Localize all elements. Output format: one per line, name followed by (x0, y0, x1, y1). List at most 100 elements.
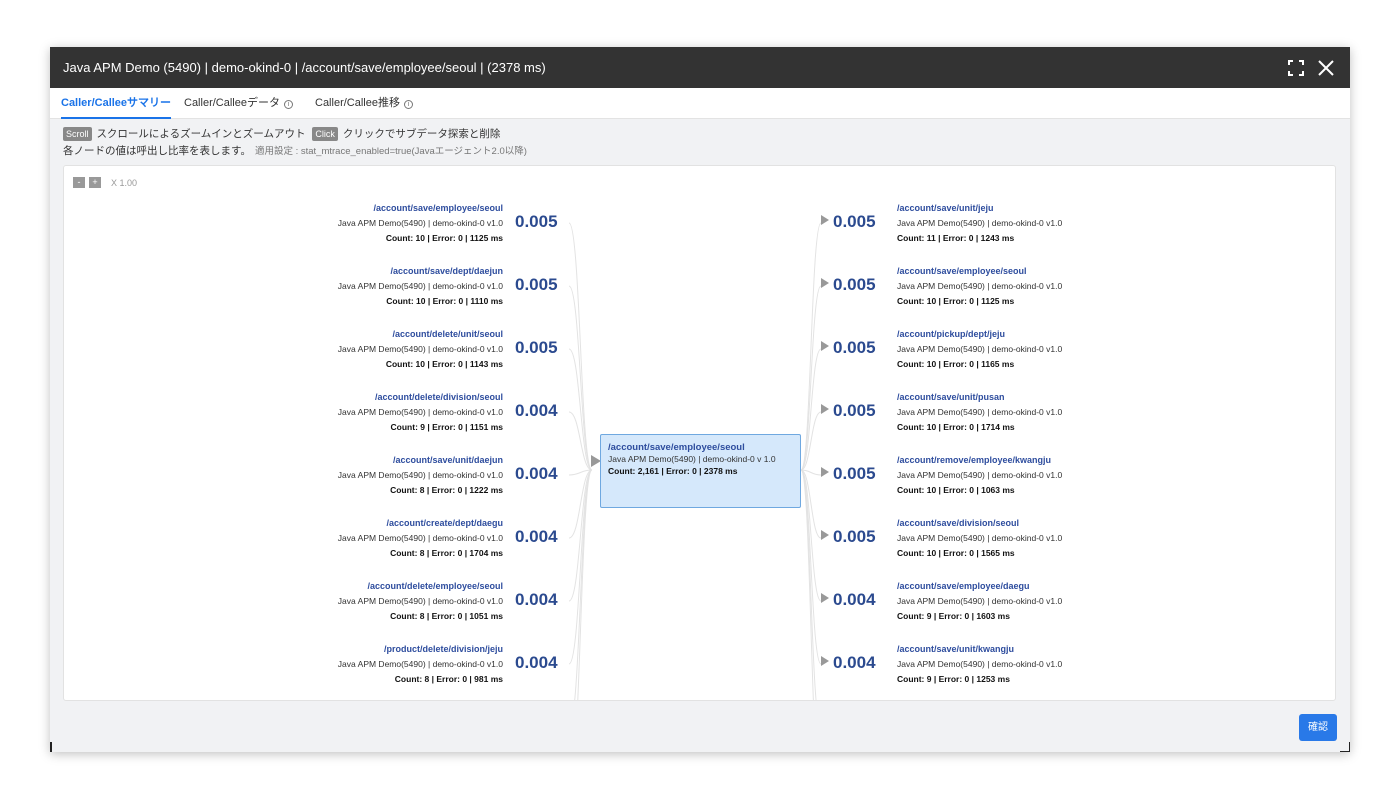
tab-label: Caller/Callee推移 (315, 97, 400, 109)
close-icon[interactable] (1316, 58, 1336, 78)
callee-node[interactable]: /account/save/division/seoul Java APM Dem… (897, 516, 1062, 561)
caller-ratio: 0.004 (515, 401, 558, 421)
ratio-value: 0.005 (833, 275, 876, 294)
node-app: Java APM Demo(5490) | demo-okind-0 v1.0 (337, 218, 503, 228)
node-app: Java APM Demo(5490) | demo-okind-0 v1.0 (897, 344, 1063, 354)
scroll-key-badge: Scroll (63, 127, 92, 141)
ratio-value: 0.004 (833, 590, 876, 609)
node-stats: Count: 8 | Error: 0 | 981 ms (394, 674, 503, 684)
ratio-value: 0.005 (515, 338, 558, 357)
node-app: Java APM Demo(5490) | demo-okind-0 v1.0 (897, 596, 1063, 606)
tab-caller-callee-trend[interactable]: Caller/Callee推移 i (315, 88, 413, 119)
confirm-button[interactable]: 確認 (1299, 714, 1337, 741)
node-app: Java APM Demo(5490) | demo-okind-0 v1.0 (897, 218, 1063, 228)
callee-node[interactable]: /account/save/employee/daegu Java APM Dem… (897, 579, 1062, 624)
node-stats: Count: 10 | Error: 0 | 1143 ms (385, 359, 503, 369)
ratio-value: 0.004 (515, 590, 558, 609)
node-path: /account/save/unit/jeju (897, 203, 994, 213)
caller-node[interactable]: /product/delete/division/jeju Java APM De… (338, 642, 503, 687)
ratio-hint-text: 各ノードの値は呼出し比率を表します。 (63, 145, 251, 157)
link-line (800, 222, 822, 471)
node-stats: Count: 10 | Error: 0 | 1165 ms (897, 359, 1015, 369)
resize-corner-left (50, 742, 52, 752)
node-path: /account/delete/division/seoul (374, 392, 503, 402)
click-key-badge: Click (312, 127, 338, 141)
ratio-value: 0.004 (833, 653, 876, 672)
arrow-icon (821, 593, 829, 603)
callee-ratio: 0.005 (821, 464, 876, 484)
call-graph-canvas[interactable]: - + X 1.00 /account/save/employee/seoul J… (63, 165, 1336, 701)
node-stats: Count: 8 | Error: 0 | 1222 ms (390, 485, 503, 495)
node-path: /account/delete/employee/seoul (367, 581, 503, 591)
center-node-path: /account/save/employee/seoul (608, 442, 745, 453)
node-path: /account/save/employee/seoul (373, 203, 503, 213)
callee-ratio: 0.004 (821, 653, 876, 673)
node-path: /account/save/employee/seoul (897, 266, 1027, 276)
node-path: /account/save/dept/daejun (390, 266, 503, 276)
info-icon[interactable]: i (403, 100, 413, 109)
caller-node[interactable]: /account/delete/division/seoul Java APM D… (338, 390, 503, 435)
caller-node[interactable]: /account/save/dept/daejun Java APM Demo(5… (338, 264, 503, 309)
caller-node[interactable]: /account/create/dept/daegu Java APM Demo(… (338, 516, 503, 561)
arrow-icon (821, 278, 829, 288)
center-node[interactable]: /account/save/employee/seoul Java APM De… (600, 434, 801, 508)
node-stats: Count: 10 | Error: 0 | 1714 ms (897, 422, 1015, 432)
callee-ratio: 0.005 (821, 275, 876, 295)
callee-node[interactable]: /account/remove/employee/kwangju Java APM… (897, 453, 1062, 498)
node-stats: Count: 11 | Error: 0 | 1243 ms (897, 233, 1015, 243)
fullscreen-icon[interactable] (1286, 58, 1306, 78)
tab-label: Caller/Calleeサマリー (61, 97, 172, 109)
caller-ratio: 0.005 (515, 212, 558, 232)
callee-node[interactable]: /account/save/unit/pusan Java APM Demo(54… (897, 390, 1062, 435)
callee-ratio: 0.005 (821, 527, 876, 547)
callee-node[interactable]: /account/save/employee/seoul Java APM Dem… (897, 264, 1062, 309)
usage-hint: Scroll スクロールによるズームインとズームアウト Click クリックでサ… (63, 127, 500, 142)
tab-caller-callee-summary[interactable]: Caller/Calleeサマリー (61, 88, 172, 119)
caller-node[interactable]: /account/delete/unit/seoul Java APM Demo(… (338, 327, 503, 372)
dialog-titlebar: Java APM Demo (5490) | demo-okind-0 | /a… (50, 47, 1350, 88)
node-stats: Count: 10 | Error: 0 | 1063 ms (897, 485, 1015, 495)
caller-node[interactable]: /account/delete/employee/seoul Java APM D… (338, 579, 503, 624)
link-line (568, 222, 593, 471)
node-app: Java APM Demo(5490) | demo-okind-0 v1.0 (337, 659, 503, 669)
node-app: Java APM Demo(5490) | demo-okind-0 v1.0 (897, 470, 1063, 480)
node-path: /account/save/unit/kwangju (897, 644, 1015, 654)
node-stats: Count: 10 | Error: 0 | 1565 ms (897, 548, 1015, 558)
arrow-icon (821, 404, 829, 414)
arrow-icon (821, 341, 829, 351)
node-stats: Count: 8 | Error: 0 | 1704 ms (390, 548, 503, 558)
caller-ratio: 0.004 (515, 590, 558, 610)
caller-ratio: 0.004 (515, 653, 558, 673)
info-icon[interactable]: i (283, 100, 293, 109)
arrow-icon (821, 656, 829, 666)
scroll-hint-text: スクロールによるズームインとズームアウト (96, 128, 306, 140)
callee-ratio: 0.005 (821, 212, 876, 232)
tab-caller-callee-data[interactable]: Caller/Calleeデータ i (184, 88, 293, 119)
callee-node[interactable]: /account/save/unit/kwangju Java APM Demo(… (897, 642, 1062, 687)
ratio-value: 0.004 (515, 653, 558, 672)
callee-node[interactable]: /account/pickup/dept/jeju Java APM Demo(5… (897, 327, 1062, 372)
callee-node[interactable]: /account/save/unit/jeju Java APM Demo(549… (897, 201, 1062, 246)
resize-handle[interactable] (1340, 742, 1350, 752)
tab-bar: Caller/Calleeサマリー Caller/Calleeデータ i Call… (50, 88, 1350, 119)
caller-callee-dialog: Java APM Demo (5490) | demo-okind-0 | /a… (50, 47, 1350, 752)
link-line (800, 348, 822, 471)
node-path: /account/remove/employee/kwangju (897, 455, 1052, 465)
dialog-title: Java APM Demo (5490) | demo-okind-0 | /a… (63, 60, 546, 75)
ratio-value: 0.004 (515, 464, 558, 483)
node-app: Java APM Demo(5490) | demo-okind-0 v1.0 (897, 533, 1063, 543)
center-node-stats: Count: 2,161 | Error: 0 | 2378 ms (608, 465, 738, 476)
arrow-icon (821, 215, 829, 225)
ratio-value: 0.005 (833, 338, 876, 357)
caller-ratio: 0.004 (515, 527, 558, 547)
node-stats: Count: 10 | Error: 0 | 1125 ms (385, 233, 503, 243)
caller-node[interactable]: /account/save/unit/daejun Java APM Demo(5… (338, 453, 503, 498)
setting-text: 適用設定 : stat_mtrace_enabled=true(Javaエージェ… (254, 146, 527, 157)
node-app: Java APM Demo(5490) | demo-okind-0 v1.0 (337, 470, 503, 480)
ratio-value: 0.005 (833, 401, 876, 420)
node-stats: Count: 9 | Error: 0 | 1603 ms (897, 611, 1010, 621)
caller-node[interactable]: /account/save/employee/seoul Java APM Dem… (338, 201, 503, 246)
ratio-value: 0.005 (515, 275, 558, 294)
node-stats: Count: 9 | Error: 0 | 1151 ms (390, 422, 503, 432)
callee-ratio: 0.005 (821, 338, 876, 358)
